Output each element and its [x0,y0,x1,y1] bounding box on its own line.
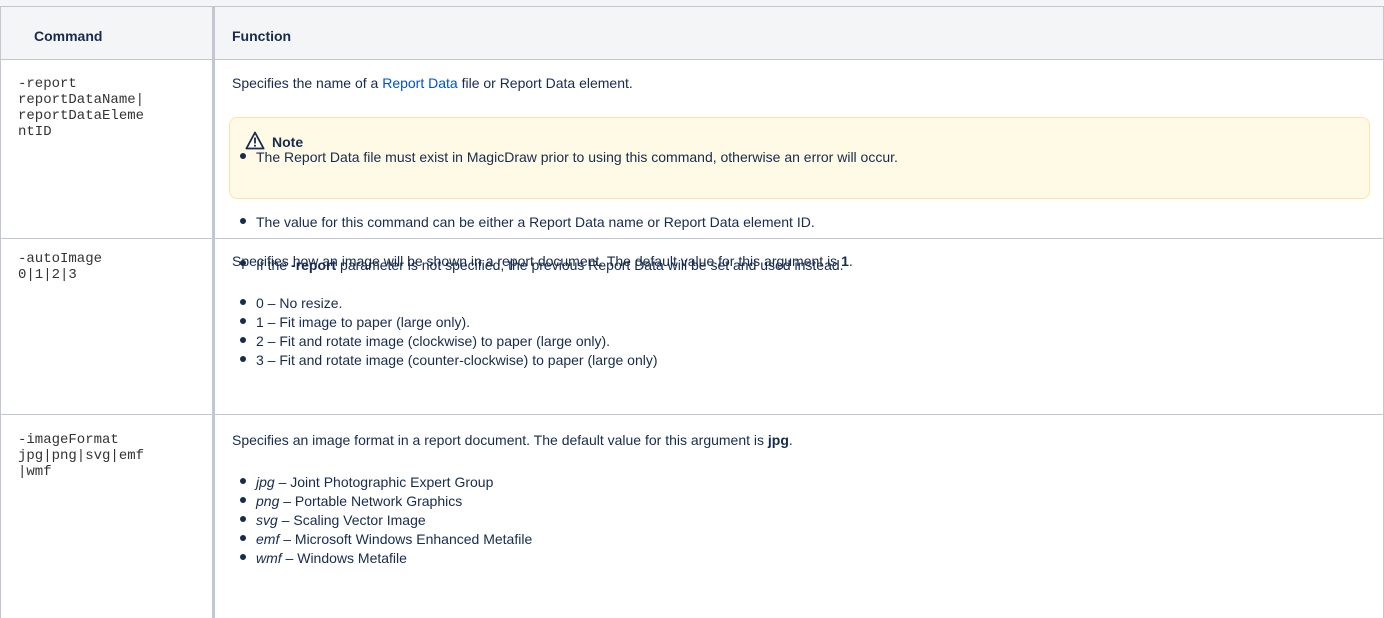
format-term: jpg [256,474,275,490]
header-divider [0,59,1384,60]
table-header [0,0,1384,59]
command-report: -report reportDataName| reportDataEleme … [18,76,145,140]
report-data-link[interactable]: Report Data [382,75,457,91]
bullet [240,535,246,541]
list-item: svg – Scaling Vector Image [256,512,426,529]
description-text: file or Report Data element. [457,75,633,91]
bullet [240,356,246,362]
description-text: . [788,432,793,448]
bullet [240,318,246,324]
format-desc: – Microsoft Windows Enhanced Metafile [279,531,533,547]
note-item: The Report Data file must exist in Magic… [256,149,898,165]
bullet [240,337,246,343]
bullet [240,153,246,159]
bullet [240,299,246,305]
table-border-top [0,6,1384,7]
header-command: Command [34,28,103,44]
row-autoimage-description: Specifies how an image will be shown in … [232,253,853,270]
command-imageformat: -imageFormat jpg|png|svg|emf |wmf [18,432,145,480]
column-divider [212,6,215,618]
list-item: 3 – Fit and rotate image (counter-clockw… [256,352,658,368]
format-term: svg [256,512,278,528]
bullet [240,554,246,560]
default-value: 1 [841,253,849,269]
bullet [240,478,246,484]
command-autoimage: -autoImage 0|1|2|3 [18,251,103,283]
table-border-left [0,6,1,618]
bullet [240,516,246,522]
list-item: png – Portable Network Graphics [256,493,462,510]
row-divider [0,238,1384,239]
note-item: The value for this command can be either… [256,214,815,230]
format-desc: – Portable Network Graphics [279,493,463,509]
row-imageformat-description: Specifies an image format in a report do… [232,432,793,449]
format-desc: – Windows Metafile [281,550,407,566]
list-item: emf – Microsoft Windows Enhanced Metafil… [256,531,532,548]
format-term: emf [256,531,280,547]
list-item: jpg – Joint Photographic Expert Group [256,474,493,491]
list-item: 1 – Fit image to paper (large only). [256,314,470,330]
row-divider [0,414,1384,415]
description-text: . [848,253,853,269]
format-term: png [256,493,280,509]
warning-icon [245,131,265,150]
description-text: Specifies how an image will be shown in … [232,253,842,269]
list-item: 2 – Fit and rotate image (clockwise) to … [256,333,611,349]
format-term: wmf [256,550,282,566]
default-value: jpg [767,432,789,448]
list-item: 0 – No resize. [256,295,343,311]
description-text: Specifies the name of a [232,75,383,91]
list-item: wmf – Windows Metafile [256,550,407,567]
bullet [240,497,246,503]
format-desc: – Scaling Vector Image [277,512,426,528]
description-text: Specifies an image format in a report do… [232,432,768,448]
bullet [240,218,246,224]
command-table: Command Function -report reportDataName|… [0,0,1384,618]
note-title: Note [272,134,304,150]
row-report-description: Specifies the name of a Report Data file… [232,75,633,92]
format-desc: – Joint Photographic Expert Group [274,474,494,490]
header-function: Function [232,28,292,44]
